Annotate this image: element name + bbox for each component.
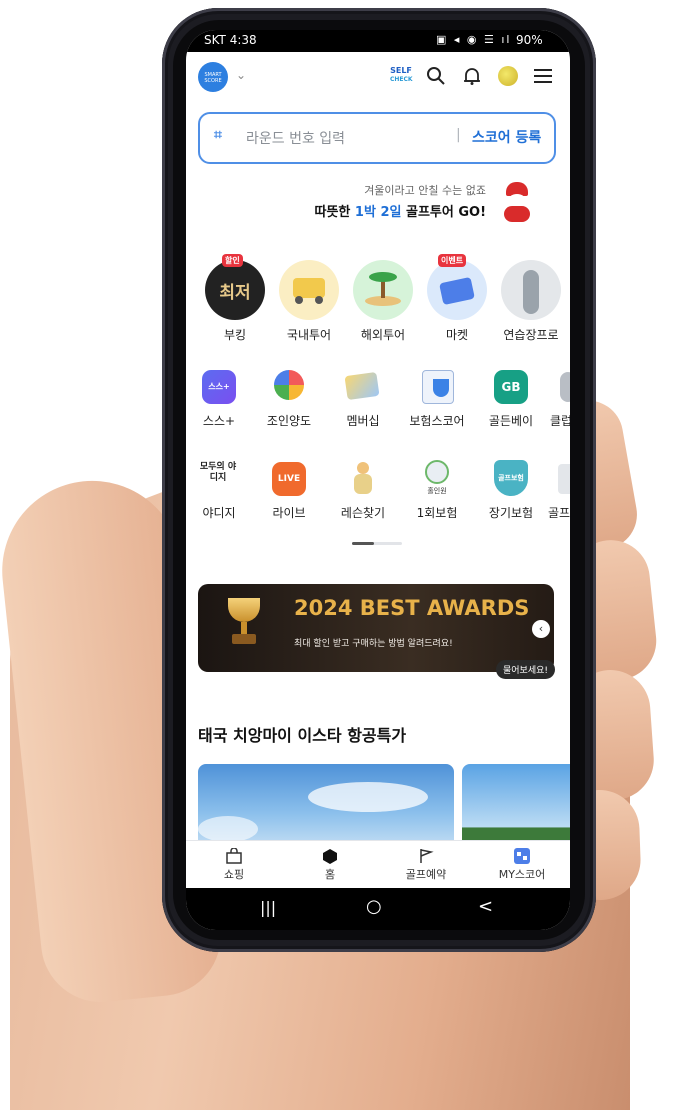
golden-bay-icon: GB	[494, 370, 528, 404]
phone-screen: SKT 4:38 ▣ ◂ ◉ ☰ ıl 90% SMART SCORE ⌄ SE…	[186, 30, 570, 930]
yardage-logo-icon: 모두의 야디지	[199, 462, 237, 483]
category-row: 최저 할인 부킹 국내투어 해외투어 이벤트 마켓 연습장프로	[198, 254, 568, 344]
status-time: SKT 4:38	[204, 33, 257, 47]
score-register-button[interactable]: 스코어 등록	[472, 127, 541, 147]
booking-icon: 최저	[205, 260, 265, 320]
service-label: 라이브	[272, 506, 306, 520]
home-button[interactable]: ○	[366, 896, 382, 917]
logo-text: SMART SCORE	[204, 72, 222, 84]
status-icons: ▣ ◂ ◉ ☰ ıl	[436, 33, 512, 46]
promo-line2-prefix: 따뜻한	[314, 205, 355, 220]
promo-line2: 따뜻한 1박 2일 골프투어 GO!	[286, 201, 487, 220]
join-people-icon	[274, 370, 304, 400]
bottom-tab-bar: 쇼핑 홈 골프예약 MY스코어	[186, 840, 570, 889]
menu-icon[interactable]	[534, 68, 552, 84]
service-label: 클럽	[550, 414, 570, 428]
sale-tag: 할인	[222, 254, 243, 267]
banner-prev-icon[interactable]: ‹	[532, 620, 550, 638]
service-label: 보험스코어	[409, 414, 465, 428]
service-row-2: 모두의 야디지 야디지 LIVE 라이브 레슨찾기 홀인원 1회보험 골프보험 …	[186, 458, 570, 528]
booking-icon-text: 최저	[219, 283, 251, 303]
santa-golfer-illustration	[498, 180, 540, 224]
tab-label: MY스코어	[498, 868, 546, 881]
club-icon	[560, 372, 570, 402]
service-label: 야디지	[202, 506, 236, 520]
scorecard-icon	[514, 848, 530, 864]
service-label: 골든베이	[488, 414, 534, 428]
status-bar: SKT 4:38 ▣ ◂ ◉ ☰ ıl 90%	[186, 30, 570, 52]
live-icon: LIVE	[272, 462, 306, 496]
service-row-1: 스스+ 스스+ 조인양도 멤버십 보험스코어 GB 골든베이 클럽	[186, 366, 570, 436]
round-number-input-box[interactable]: ⌗ 라운드 번호 입력 | 스코어 등록	[198, 112, 556, 164]
trophy-icon	[224, 598, 264, 646]
tab-label: 쇼핑	[223, 868, 245, 881]
profile-avatar[interactable]	[498, 66, 518, 86]
round-number-input[interactable]: 라운드 번호 입력	[246, 128, 345, 148]
ss-plus-icon: 스스+	[202, 370, 236, 404]
back-button[interactable]: <	[478, 896, 493, 917]
hole-in-one-text: 홀인원	[427, 487, 447, 495]
chevron-down-icon[interactable]: ⌄	[236, 68, 246, 82]
membership-card-icon	[344, 371, 380, 401]
self-check-line2: CHECK	[390, 76, 413, 83]
golf-insurance-shield-icon: 골프보험	[494, 460, 528, 496]
promo-line2-highlight: 1박 2일	[354, 205, 402, 220]
service-label: 멤버십	[346, 414, 380, 428]
shopping-basket-icon	[427, 260, 487, 320]
tab-label: 홈	[324, 868, 336, 881]
tab-label: 골프예약	[405, 868, 447, 881]
android-nav-bar: ||| ○ <	[186, 888, 570, 930]
pager-indicator	[352, 542, 374, 545]
promo-line2-suffix: 골프투어 GO!	[401, 205, 486, 220]
recent-apps-button[interactable]: |||	[260, 898, 276, 917]
promo-line1: 겨울이라고 안칠 수는 없죠	[364, 184, 486, 197]
event-tag: 이벤트	[438, 254, 467, 267]
divider: |	[456, 127, 461, 143]
banner-subtitle: 최대 할인 받고 구매하는 방법 알려드려요!	[294, 639, 453, 649]
category-label: 국내투어	[286, 328, 332, 342]
ask-tooltip[interactable]: 물어보세요!	[496, 660, 556, 679]
self-check-icon[interactable]: SELF CHECK	[390, 66, 413, 84]
home-icon	[323, 849, 337, 864]
lesson-coach-icon	[350, 462, 376, 494]
palm-island-icon	[353, 260, 413, 320]
app-logo[interactable]: SMART SCORE	[198, 62, 228, 92]
awards-banner[interactable]: 2024 BEST AWARDS 최대 할인 받고 구매하는 방법 알려드려요!…	[198, 584, 554, 672]
golf-more-icon	[558, 464, 570, 494]
service-label: 조인양도	[266, 414, 312, 428]
category-label: 부킹	[223, 328, 247, 342]
golf-cart-icon	[279, 260, 339, 320]
tab-golf-booking[interactable]: 골프예약	[378, 841, 474, 889]
service-pager	[352, 542, 402, 545]
service-label: 골프	[548, 506, 570, 520]
hole-in-one-icon: 홀인원	[420, 460, 454, 496]
self-check-line1: SELF	[390, 66, 412, 75]
golfer-photo-icon	[501, 260, 561, 320]
tab-shopping[interactable]: 쇼핑	[186, 841, 282, 889]
tab-home[interactable]: 홈	[282, 841, 378, 889]
category-label: 마켓	[445, 328, 469, 342]
flag-icon	[420, 849, 434, 863]
search-icon[interactable]	[426, 66, 446, 86]
service-label: 장기보험	[488, 506, 534, 520]
scan-icon[interactable]: ⌗	[214, 127, 222, 143]
battery-text: 90%	[516, 33, 543, 47]
shopping-bag-icon	[226, 848, 242, 864]
banner-title: 2024 BEST AWARDS	[294, 596, 530, 620]
category-label: 연습장프로	[503, 328, 559, 342]
insurance-shield-icon	[422, 370, 454, 404]
service-label: 레슨찾기	[340, 506, 386, 520]
category-label: 해외투어	[360, 328, 406, 342]
section-title: 태국 치앙마이 이스타 항공특가	[198, 726, 407, 745]
service-label: 스스+	[202, 414, 236, 428]
bell-icon[interactable]	[462, 66, 482, 86]
service-label: 1회보험	[416, 506, 458, 520]
promo-text[interactable]: 겨울이라고 안칠 수는 없죠 따뜻한 1박 2일 골프투어 GO!	[286, 182, 487, 220]
tab-my-score[interactable]: MY스코어	[474, 841, 570, 889]
